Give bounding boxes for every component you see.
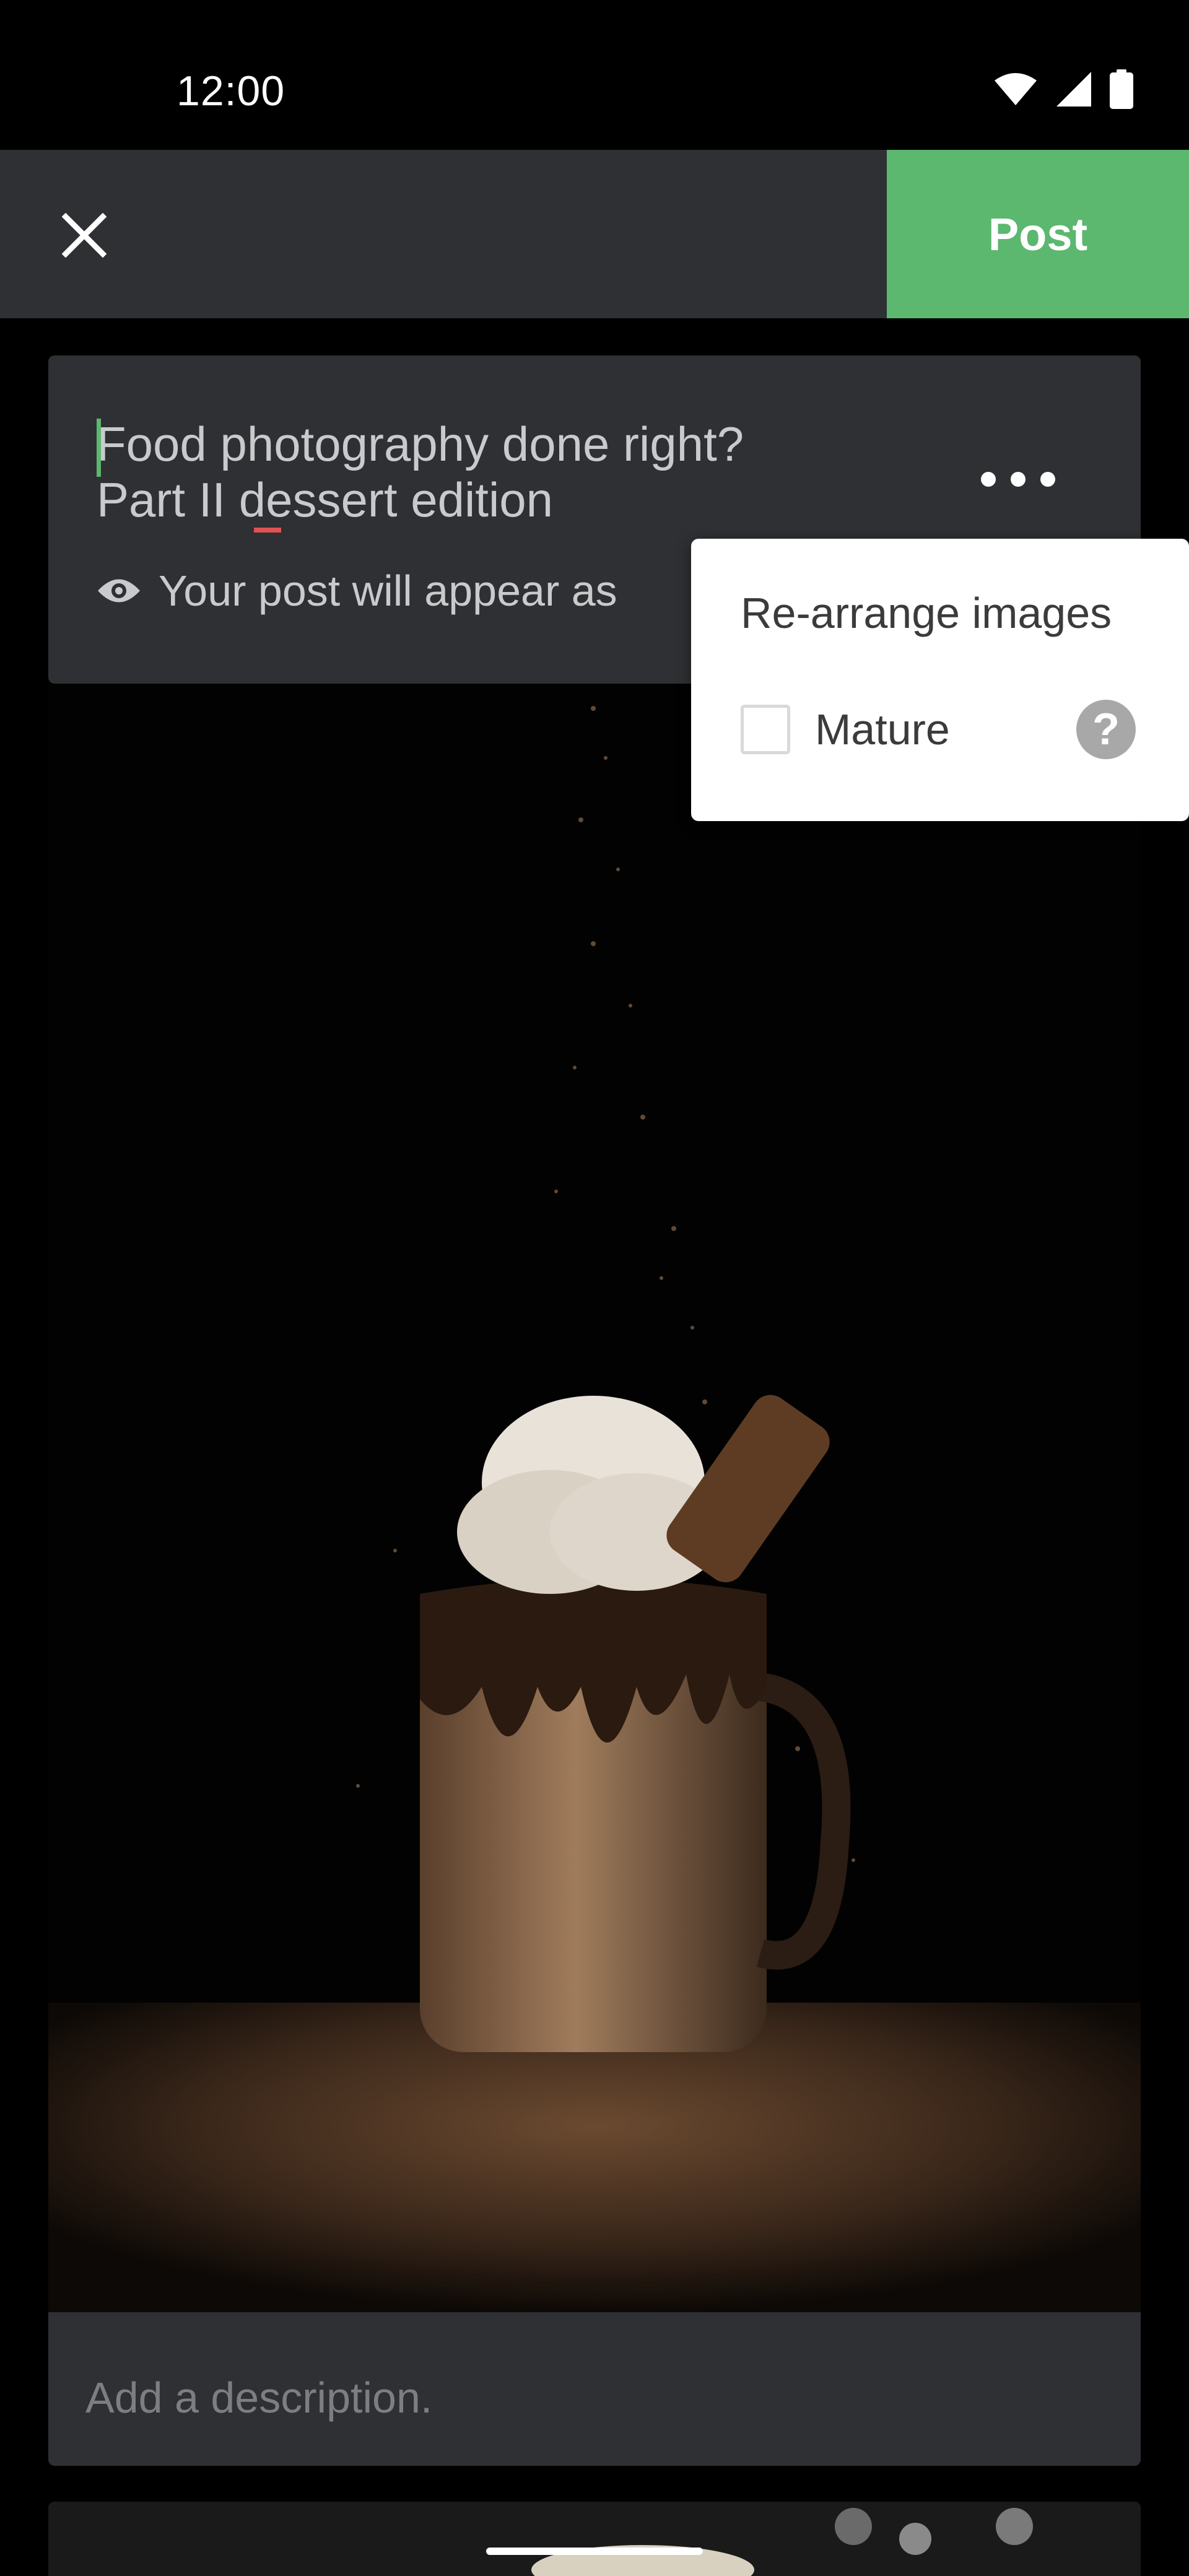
signal-icon	[1056, 72, 1091, 107]
wifi-icon	[995, 73, 1037, 105]
text-cursor	[97, 419, 101, 477]
more-options-button[interactable]	[981, 461, 1055, 498]
home-gesture-bar[interactable]	[486, 2548, 703, 2555]
options-menu: Re-arrange images Mature ?	[691, 539, 1189, 821]
app-bar: Post	[0, 150, 1189, 318]
spellcheck-underline	[254, 528, 281, 533]
status-bar: 12:00	[0, 0, 1189, 150]
post-image[interactable]	[48, 684, 1141, 2312]
visibility-row: Your post will appear as	[97, 566, 617, 616]
eye-icon	[98, 579, 140, 603]
menu-item-rearrange-images[interactable]: Re-arrange images	[741, 588, 1112, 638]
mature-label: Mature	[815, 705, 950, 754]
more-icon	[981, 472, 996, 487]
status-icons	[993, 69, 1133, 109]
milkshake-photo	[48, 684, 1141, 2312]
more-icon-dot	[1040, 472, 1055, 487]
next-image-thumbnail	[48, 2502, 1141, 2576]
status-time: 12:00	[176, 67, 285, 115]
battery-icon	[1110, 69, 1133, 109]
close-button[interactable]	[56, 207, 113, 264]
mature-checkbox[interactable]	[741, 705, 790, 754]
close-icon	[62, 213, 107, 258]
title-input[interactable]: Food photography done right? Part II des…	[97, 416, 933, 528]
help-icon[interactable]: ?	[1076, 700, 1136, 759]
description-input[interactable]: Add a description.	[48, 2312, 1141, 2466]
post-button[interactable]: Post	[887, 150, 1189, 318]
next-image-preview[interactable]	[48, 2502, 1141, 2576]
more-icon-dot	[1011, 472, 1026, 487]
visibility-text: Your post will appear as	[159, 567, 617, 615]
